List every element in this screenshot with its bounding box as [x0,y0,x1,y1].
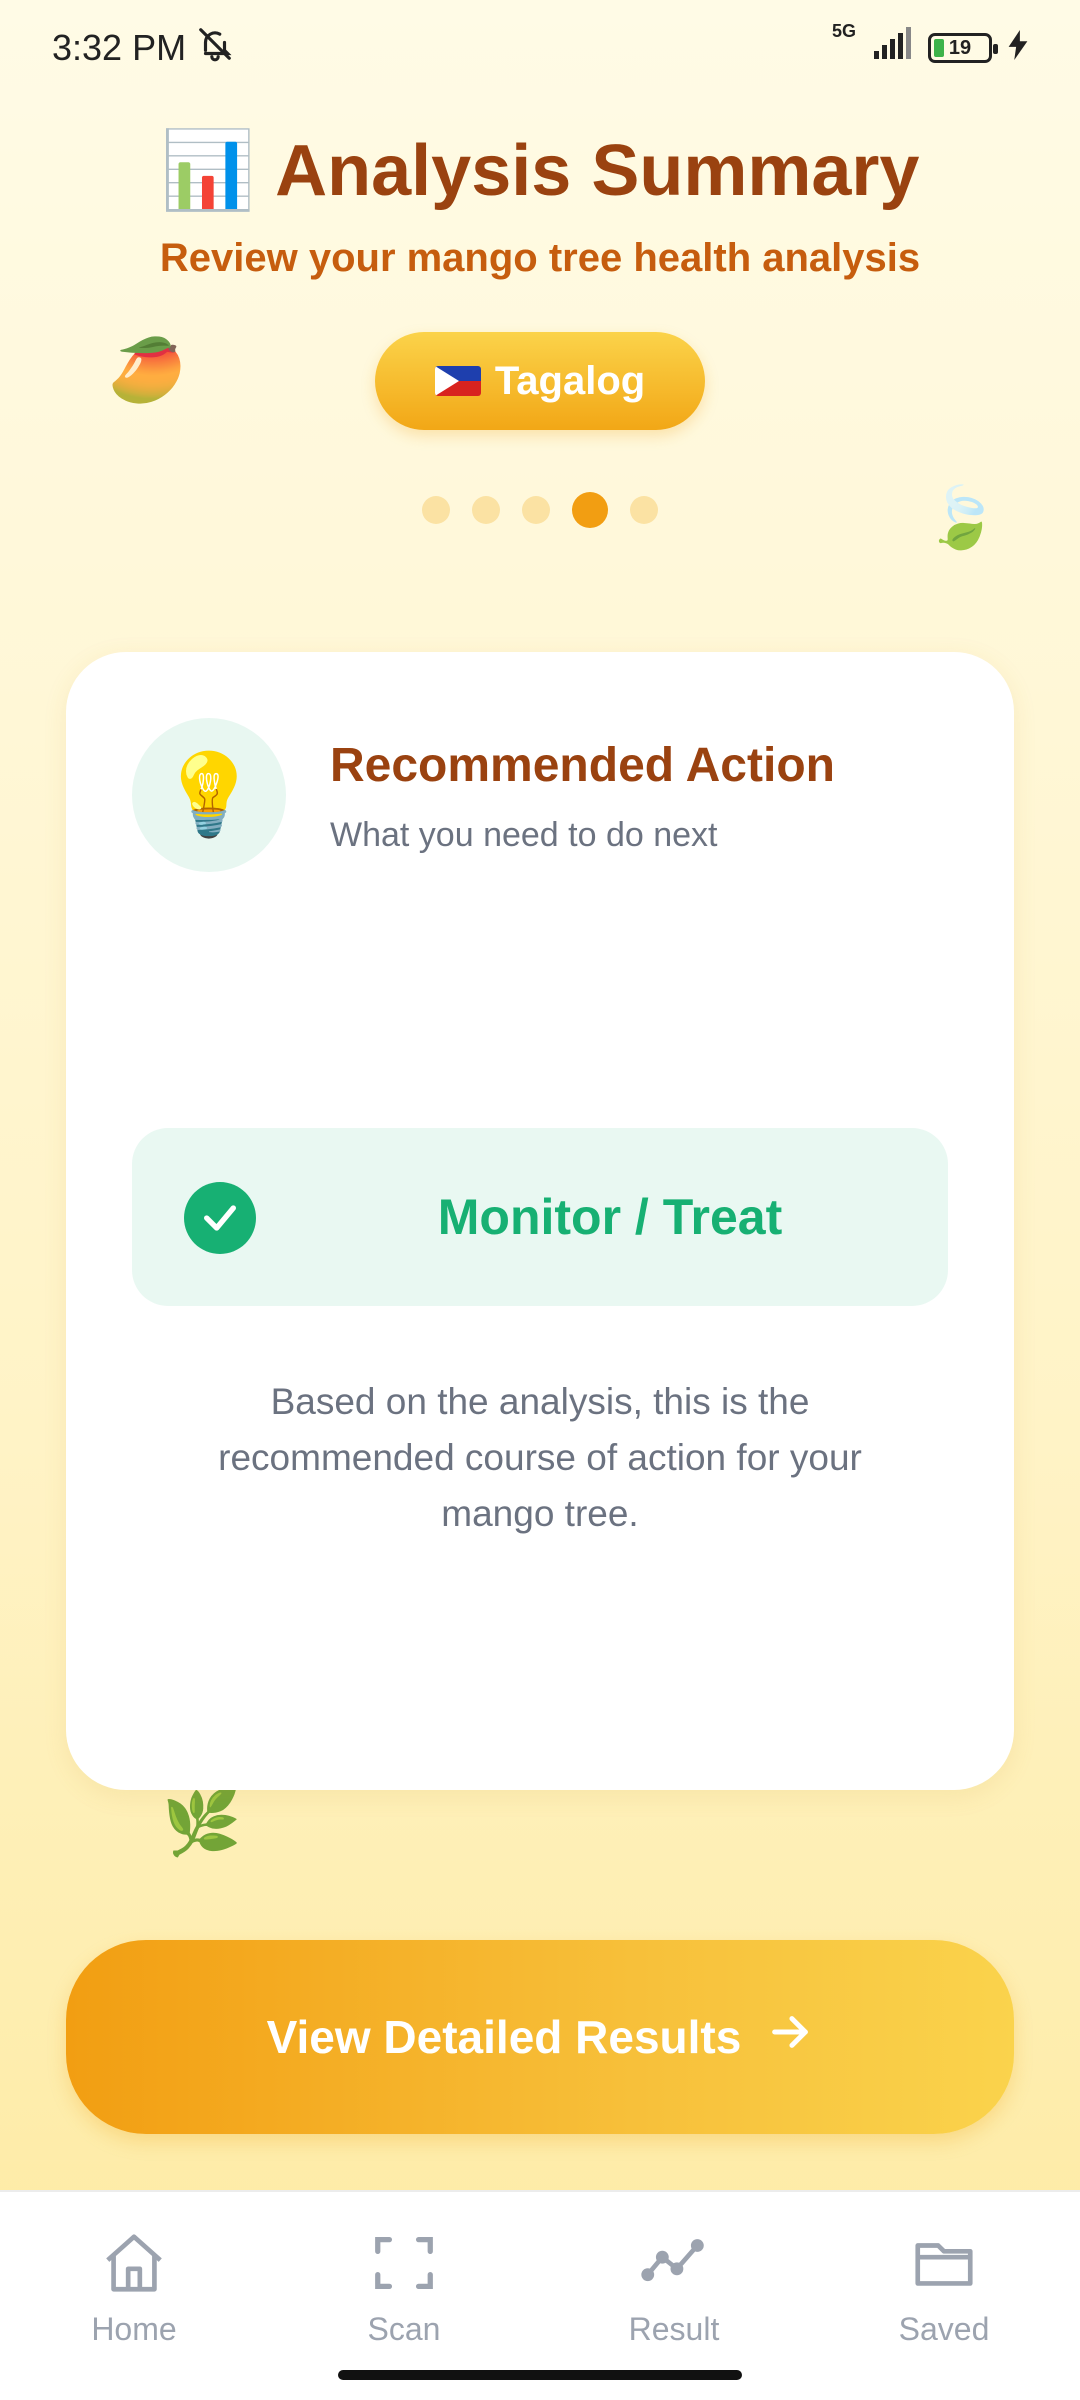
page-subtitle: Review your mango tree health analysis [159,236,921,280]
network-label: 5G [831,20,856,41]
status-right: 5G 19 [832,21,1028,70]
page-indicator [0,492,1080,528]
philippines-flag-icon [434,366,481,396]
nav-label-saved: Saved [898,2311,990,2347]
folder-icon [909,2228,979,2303]
mango-decoration-icon: 🥭 [108,336,186,405]
page-dot[interactable] [522,496,550,524]
page-dot[interactable] [630,496,658,524]
cta-label: View Detailed Results [266,2011,742,2063]
lightbulb-icon: 💡 [132,718,286,872]
status-left: 3:32 PM [52,25,234,72]
status-bar: 3:32 PM 5G 19 [0,0,1080,96]
nav-item-home[interactable]: Home [44,2228,224,2348]
page-title: Analysis Summary [275,131,920,211]
nav-item-result[interactable]: Result [584,2228,764,2348]
charging-icon [1008,27,1028,69]
home-indicator[interactable] [338,2370,742,2380]
page-dot[interactable] [422,496,450,524]
herb-decoration-icon: 🌿 [162,1786,242,1858]
view-detailed-results-button[interactable]: View Detailed Results [66,1940,1014,2134]
card-description: Based on the analysis, this is the recom… [218,1381,862,1534]
card-title: Recommended Action [330,739,835,792]
language-button[interactable]: Tagalog [375,332,705,430]
nav-label-scan: Scan [367,2311,441,2347]
page-dot[interactable] [472,496,500,524]
battery-icon: 19 [928,33,998,63]
status-time: 3:32 PM [52,27,187,68]
check-icon [184,1182,256,1254]
scan-icon [369,2228,439,2303]
nav-label-home: Home [91,2311,177,2347]
signal-icon [872,26,912,70]
bottom-nav: Home Scan Result Saved [0,2190,1080,2400]
page-dot-active[interactable] [572,492,608,528]
bell-off-icon [196,25,234,72]
card-subtitle: What you need to do next [330,816,718,854]
nav-item-saved[interactable]: Saved [854,2228,1034,2348]
language-label: Tagalog [494,358,646,403]
nav-label-result: Result [628,2311,720,2347]
nav-item-scan[interactable]: Scan [314,2228,494,2348]
result-chart-icon [639,2228,709,2303]
home-icon [99,2228,169,2303]
recommended-action-card: 💡 Recommended Action What you need to do… [66,652,1014,1790]
title-row: 📊 Analysis Summary [0,130,1080,212]
action-label: Monitor / Treat [437,1189,783,1245]
bar-chart-icon: 📊 [160,128,256,213]
action-box: Monitor / Treat [132,1128,948,1306]
battery-level: 19 [948,36,972,59]
arrow-right-icon [767,2009,813,2066]
